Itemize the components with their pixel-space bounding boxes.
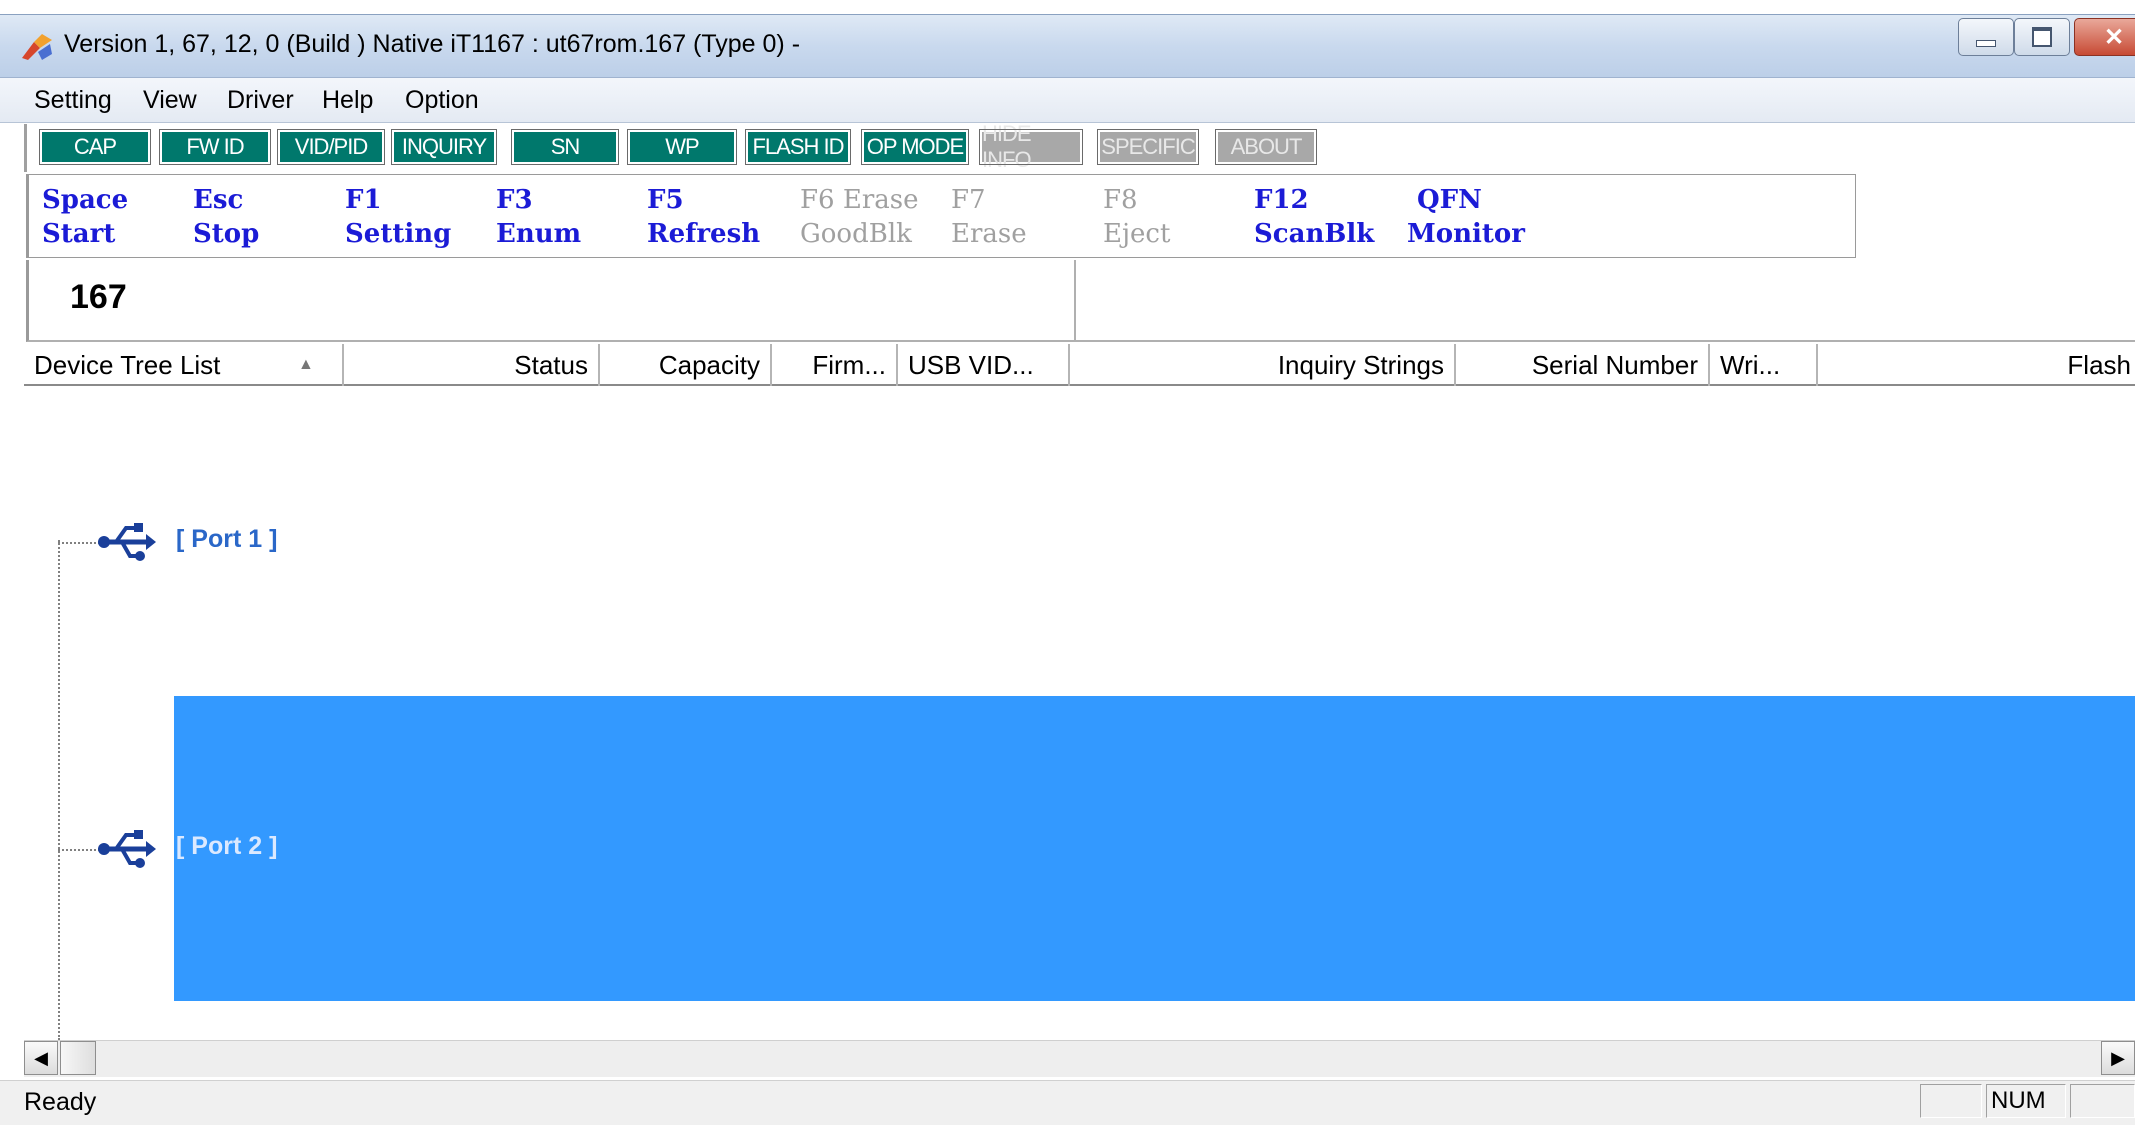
port-2-selection[interactable] [174,696,2135,1001]
hotkey-monitor[interactable]: QFN Monitor [1407,183,1525,251]
tree-branch [58,542,100,544]
cap-button[interactable]: CAP [39,129,151,165]
app-icon [22,34,52,60]
hotkey-key: F8 [1103,185,1138,215]
horizontal-scrollbar[interactable] [24,1040,2135,1077]
col-device-tree[interactable]: Device Tree List ▲ [24,344,344,386]
vid-pid-button[interactable]: VID/PID [277,129,385,165]
port-1-label[interactable]: [ Port 1 ] [176,525,277,554]
hotkey-action: ScanBlk [1254,219,1375,249]
hotkey-action: GoodBlk [800,219,912,249]
wp-button[interactable]: WP [627,129,737,165]
hotkey-action: Refresh [647,219,761,249]
menu-option[interactable]: Option [405,86,479,115]
hotkey-setting[interactable]: F1 Setting [345,183,451,251]
device-counter: 167 [70,278,127,316]
menu-setting[interactable]: Setting [34,86,112,115]
fw-id-button[interactable]: FW ID [159,129,271,165]
hotkey-erase-goodblk[interactable]: F6 Erase GoodBlk [800,183,919,251]
hotkey-panel [26,174,1856,258]
hotkey-key: QFN [1417,185,1482,215]
status-bar [0,1080,2135,1125]
close-button[interactable]: ✕ [2074,18,2135,56]
status-pane-caps [1920,1084,1982,1118]
specific-button[interactable]: SPECIFIC [1097,129,1199,165]
scroll-thumb[interactable] [60,1041,96,1075]
maximize-button[interactable] [2014,18,2070,56]
hotkey-action: Enum [496,219,582,249]
usb-icon [98,523,156,561]
scroll-left-button[interactable]: ◀ [24,1041,58,1075]
hotkey-action: Erase [951,219,1027,249]
col-status[interactable]: Status [344,344,600,386]
hotkey-scanblk[interactable]: F12 ScanBlk [1254,183,1374,251]
col-serial-number[interactable]: Serial Number [1456,344,1710,386]
hotkey-key: Esc [193,185,244,215]
arrow-right-icon: ▶ [2111,1047,2125,1068]
hotkey-action: Setting [345,219,452,249]
minimize-icon [1976,39,1996,47]
minimize-button[interactable] [1958,18,2014,56]
hotkey-action: Stop [193,219,260,249]
hotkey-key: F7 [951,185,986,215]
sn-button[interactable]: SN [511,129,619,165]
col-device-tree-label: Device Tree List [34,350,221,380]
inquiry-button[interactable]: INQUIRY [391,129,497,165]
status-pane-num: NUM [1986,1084,2066,1118]
hotkey-refresh[interactable]: F5 Refresh [647,183,760,251]
sort-ascending-icon: ▲ [298,356,314,373]
usb-icon [98,830,156,868]
op-mode-button[interactable]: OP MODE [861,129,969,165]
menu-help[interactable]: Help [322,86,373,115]
hotkey-eject[interactable]: F8 Eject [1103,183,1170,251]
maximize-icon [2032,27,2052,47]
hotkey-action: Start [42,219,116,249]
close-icon: ✕ [2103,23,2125,51]
hotkey-key: F5 [647,185,684,215]
arrow-left-icon: ◀ [34,1047,48,1068]
menu-view[interactable]: View [143,86,197,115]
col-inquiry-strings[interactable]: Inquiry Strings [1070,344,1456,386]
col-write-protect[interactable]: Wri... [1710,344,1818,386]
hotkey-key: F1 [345,185,382,215]
port-2-label[interactable]: [ Port 2 ] [176,832,277,861]
status-text: Ready [24,1088,97,1116]
col-capacity[interactable]: Capacity [600,344,772,386]
hotkey-enum[interactable]: F3 Enum [496,183,581,251]
window-title: Version 1, 67, 12, 0 (Build ) Native iT1… [64,30,801,58]
menu-driver[interactable]: Driver [227,86,294,115]
status-pane-scroll [2070,1084,2135,1118]
hide-info-button[interactable]: HIDE INFO [979,121,1083,172]
hotkey-key: F6 Erase [800,185,919,215]
flash-id-button[interactable]: FLASH ID [745,129,851,165]
counter-panel [26,260,1074,342]
hotkey-erase[interactable]: F7 Erase [951,183,1027,251]
hotkey-start[interactable]: Space Start [42,183,128,251]
hotkey-key: F12 [1254,185,1309,215]
about-button[interactable]: ABOUT [1215,129,1317,165]
info-panel [1074,260,2135,342]
scroll-right-button[interactable]: ▶ [2101,1041,2135,1075]
hotkey-key: F3 [496,185,533,215]
tree-branch [58,849,100,851]
col-flash[interactable]: Flash [1818,344,2135,386]
hotkey-stop[interactable]: Esc Stop [193,183,259,251]
hotkey-action: Eject [1103,219,1171,249]
col-usb-vid[interactable]: USB VID... [898,344,1070,386]
col-firmware[interactable]: Firm... [772,344,898,386]
menu-bar [0,78,2135,123]
hotkey-action: Monitor [1407,219,1525,249]
tree-connector [58,540,60,1040]
hotkey-key: Space [42,185,129,215]
